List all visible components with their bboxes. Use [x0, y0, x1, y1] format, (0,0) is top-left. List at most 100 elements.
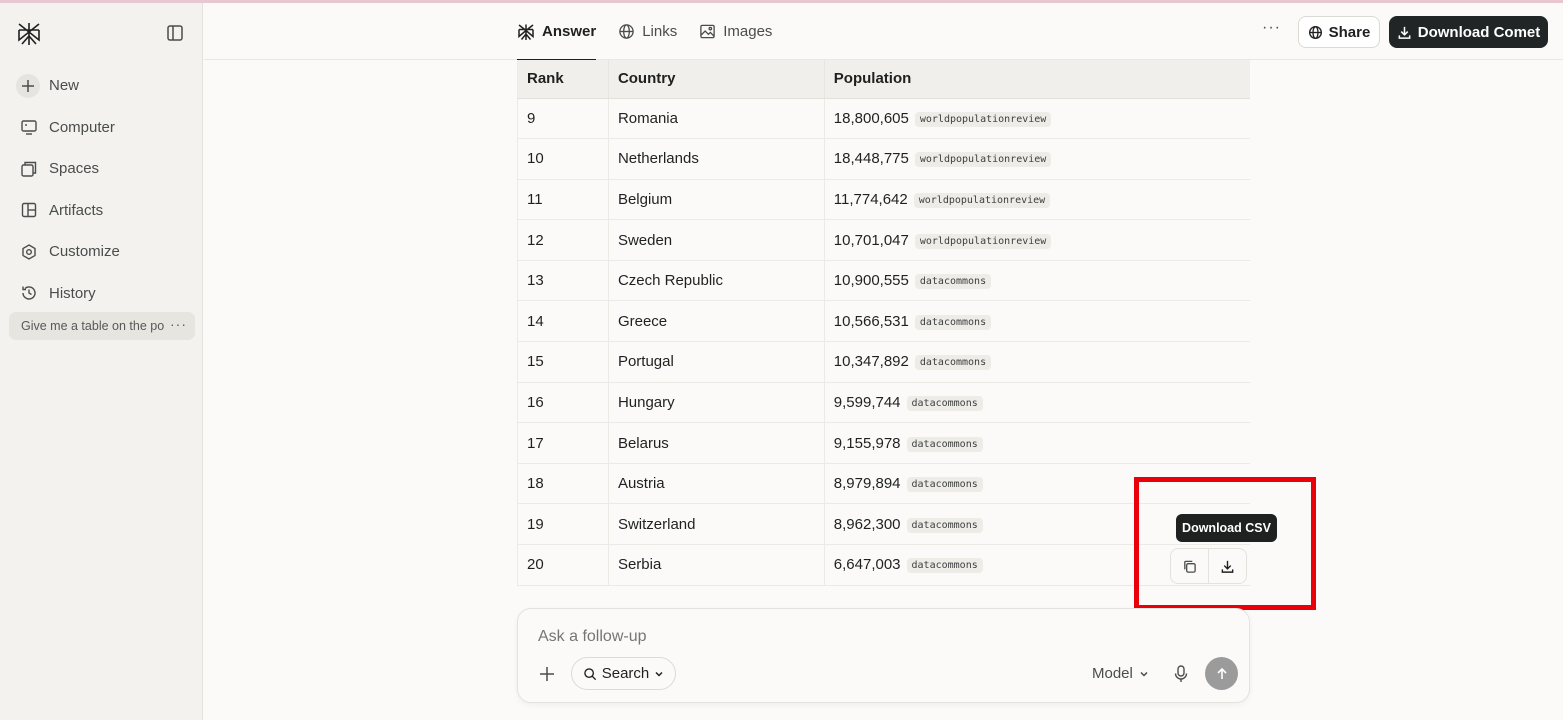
search-mode-dropdown[interactable]: Search [571, 657, 676, 690]
country-cell: Netherlands [608, 138, 825, 180]
sidebar-item-customize[interactable]: Customize [0, 231, 203, 273]
more-options-icon[interactable]: ··· [1262, 19, 1281, 37]
spaces-icon [18, 158, 40, 180]
sidebar-item-new[interactable]: New [0, 65, 203, 107]
follow-up-input[interactable] [538, 628, 1138, 646]
answer-icon [518, 23, 534, 40]
population-cell: 9,599,744 datacommons [824, 382, 1250, 424]
sidebar-item-label: Spaces [49, 160, 100, 178]
sidebar-item-label: Artifacts [49, 201, 104, 219]
microphone-icon[interactable] [1172, 664, 1190, 684]
model-selector[interactable]: Model [1092, 665, 1149, 682]
source-citation-badge[interactable]: worldpopulationreview [914, 152, 1052, 168]
download-csv-tooltip: Download CSV [1176, 514, 1277, 542]
population-cell: 11,774,642 worldpopulationreview [824, 179, 1250, 221]
table-row: 16 Hungary 9,599,744 datacommons [517, 382, 1250, 424]
rank-cell: 12 [517, 219, 609, 261]
rank-cell: 14 [517, 300, 609, 343]
rank-cell: 10 [517, 138, 609, 180]
download-comet-button[interactable]: Download Comet [1389, 16, 1548, 48]
country-cell: Sweden [608, 219, 825, 261]
sidebar-toggle-icon[interactable] [165, 23, 185, 43]
rank-cell: 16 [517, 382, 609, 424]
search-icon [583, 667, 596, 680]
search-mode-label: Search [601, 665, 650, 682]
table-header-row: Rank Country Population [517, 60, 1250, 99]
follow-up-composer: Search Model [517, 608, 1250, 703]
rank-cell: 18 [517, 463, 609, 505]
answer-tabs: Answer Links Images [517, 3, 794, 61]
country-cell: Romania [608, 98, 825, 140]
table-row: 10 Netherlands 18,448,775 worldpopulationre… [517, 138, 1250, 180]
send-button[interactable] [1205, 657, 1238, 690]
population-cell: 10,900,555 datacommons [824, 260, 1250, 302]
population-value: 9,599,744 [833, 393, 901, 411]
rank-cell: 13 [517, 260, 609, 302]
arrow-up-icon [1216, 667, 1227, 679]
sidebar-item-spaces[interactable]: Spaces [0, 148, 203, 190]
country-cell: Greece [608, 300, 825, 343]
population-cell: 10,566,531 datacommons [824, 300, 1250, 343]
computer-icon [18, 116, 40, 138]
globe-icon [619, 24, 634, 39]
source-citation-badge[interactable]: datacommons [914, 355, 992, 371]
header: Answer Links Images ··· Share Download C… [204, 3, 1563, 61]
history-thread-item[interactable]: Give me a table on the po ··· [9, 312, 195, 340]
plus-icon [16, 73, 40, 98]
download-csv-button[interactable] [1209, 549, 1247, 583]
source-citation-badge[interactable]: worldpopulationreview [914, 111, 1052, 127]
population-cell: 10,347,892 datacommons [824, 341, 1250, 383]
sidebar-item-artifacts[interactable]: Artifacts [0, 190, 203, 232]
tab-label: Links [642, 23, 678, 40]
table-row: 12 Sweden 10,701,047 worldpopulationreview [517, 219, 1250, 261]
copy-table-button[interactable] [1171, 549, 1209, 583]
population-value: 18,448,775 [833, 150, 909, 168]
share-label: Share [1328, 23, 1371, 41]
sidebar: New Computer Spaces Artifacts Customize [0, 3, 203, 720]
share-button[interactable]: Share [1298, 16, 1380, 48]
tab-links[interactable]: Links [618, 3, 677, 60]
highlight-annotation-box [1134, 477, 1316, 610]
source-citation-badge[interactable]: datacommons [914, 274, 992, 290]
source-citation-badge[interactable]: worldpopulationreview [914, 233, 1052, 249]
country-cell: Switzerland [608, 503, 825, 546]
population-cell: 18,448,775 worldpopulationreview [824, 138, 1250, 180]
sidebar-item-label: New [49, 77, 80, 95]
country-cell: Hungary [608, 382, 825, 424]
source-citation-badge[interactable]: datacommons [906, 517, 983, 533]
population-value: 8,979,894 [833, 475, 901, 493]
population-cell: 18,800,605 worldpopulationreview [824, 98, 1250, 140]
source-citation-badge[interactable]: worldpopulationreview [913, 192, 1051, 208]
population-value: 8,962,300 [833, 515, 901, 533]
sidebar-item-history[interactable]: History [0, 273, 203, 315]
population-value: 10,900,555 [833, 272, 909, 290]
tab-label: Images [723, 23, 773, 40]
column-header-country: Country [608, 60, 825, 99]
source-citation-badge[interactable]: datacommons [906, 558, 983, 574]
source-citation-badge[interactable]: datacommons [914, 314, 992, 330]
population-value: 6,647,003 [833, 556, 901, 574]
source-citation-badge[interactable]: datacommons [906, 477, 983, 493]
country-cell: Austria [608, 463, 825, 505]
attach-plus-icon[interactable] [537, 664, 557, 684]
country-cell: Czech Republic [608, 260, 825, 302]
perplexity-logo-icon[interactable] [16, 21, 42, 47]
sidebar-item-label: History [49, 284, 96, 302]
source-citation-badge[interactable]: datacommons [906, 395, 983, 411]
model-label: Model [1092, 665, 1133, 682]
table-row: 17 Belarus 9,155,978 datacommons [517, 422, 1250, 464]
rank-cell: 15 [517, 341, 609, 383]
tab-images[interactable]: Images [699, 3, 772, 60]
population-cell: 9,155,978 datacommons [824, 422, 1250, 464]
thread-more-icon[interactable]: ··· [170, 316, 187, 332]
tab-answer[interactable]: Answer [517, 3, 597, 61]
sidebar-nav: New Computer Spaces Artifacts Customize [0, 65, 203, 314]
source-citation-badge[interactable]: datacommons [906, 436, 983, 452]
rank-cell: 11 [517, 179, 609, 221]
sidebar-item-computer[interactable]: Computer [0, 107, 203, 149]
rank-cell: 17 [517, 422, 609, 464]
country-cell: Belgium [608, 179, 825, 221]
chevron-down-icon [1140, 671, 1148, 677]
population-value: 18,800,605 [833, 109, 909, 127]
download-comet-label: Download Comet [1417, 23, 1541, 41]
